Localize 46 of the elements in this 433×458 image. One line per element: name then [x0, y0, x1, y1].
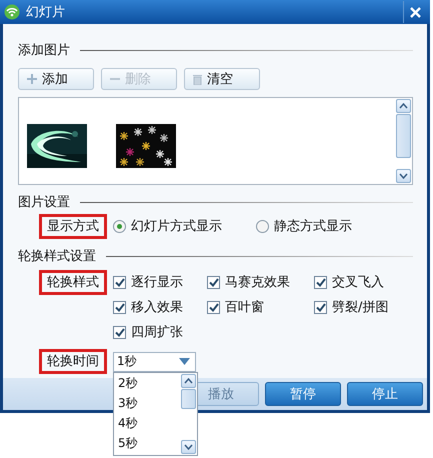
scroll-thumb[interactable] [396, 114, 411, 158]
checkbox-option[interactable]: 移入效果 [113, 300, 207, 316]
footer-button[interactable]: 暂停 [265, 382, 341, 406]
field-label: 轮换样式 [39, 270, 107, 295]
window-title: 幻灯片 [26, 4, 66, 21]
section-heading: 添加图片 [18, 42, 70, 59]
app-logo-icon [4, 4, 20, 20]
chevron-down-icon [184, 444, 193, 450]
dropdown-option[interactable]: 5秒 [118, 432, 180, 452]
dropdown-option[interactable]: 3秒 [118, 392, 180, 412]
checkmark-icon [208, 278, 218, 287]
checkmark-icon [114, 328, 124, 337]
plus-icon [27, 74, 37, 84]
scroll-thumb[interactable] [181, 388, 196, 408]
checkmark-icon [208, 303, 218, 312]
scroll-up-button[interactable] [396, 99, 411, 113]
dropdown-option[interactable]: 2秒 [118, 372, 180, 392]
checkbox-option[interactable]: 逐行显示 [113, 274, 207, 290]
dropdown-option[interactable]: 4秒 [118, 412, 180, 432]
trash-icon [193, 74, 202, 84]
field-label: 轮换时间 [39, 349, 107, 374]
scroll-up-button[interactable] [181, 374, 196, 388]
scroll-down-button[interactable] [396, 169, 411, 183]
radio-option[interactable]: 幻灯片方式显示 [113, 218, 222, 234]
chevron-up-icon [399, 103, 408, 109]
section-heading: 轮换样式设置 [18, 248, 96, 265]
chevron-up-icon [184, 378, 193, 384]
checkmark-icon [316, 278, 326, 287]
section-heading: 图片设置 [18, 194, 70, 211]
field-label: 显示方式 [39, 214, 107, 239]
checkmark-icon [316, 303, 326, 312]
radio-option[interactable]: 静态方式显示 [256, 218, 352, 234]
checkbox-option[interactable]: 百叶窗 [207, 300, 314, 316]
checkbox-option[interactable]: 交叉飞入 [314, 274, 388, 290]
checkmark-icon [114, 278, 124, 287]
footer-button[interactable]: 停止 [347, 382, 423, 406]
checkbox-option[interactable]: 马赛克效果 [207, 274, 314, 290]
chevron-down-icon [399, 173, 408, 179]
dropdown-arrow-icon [179, 358, 190, 365]
close-icon[interactable] [410, 6, 420, 18]
checkbox-option[interactable]: 劈裂/拼图 [314, 300, 388, 316]
toolbar-button[interactable]: 清空 [184, 68, 260, 90]
checkmark-icon [114, 303, 124, 312]
toolbar-button[interactable]: 添加 [18, 68, 94, 90]
scroll-down-button[interactable] [181, 440, 196, 454]
checkbox-option[interactable]: 四周扩张 [113, 324, 207, 340]
